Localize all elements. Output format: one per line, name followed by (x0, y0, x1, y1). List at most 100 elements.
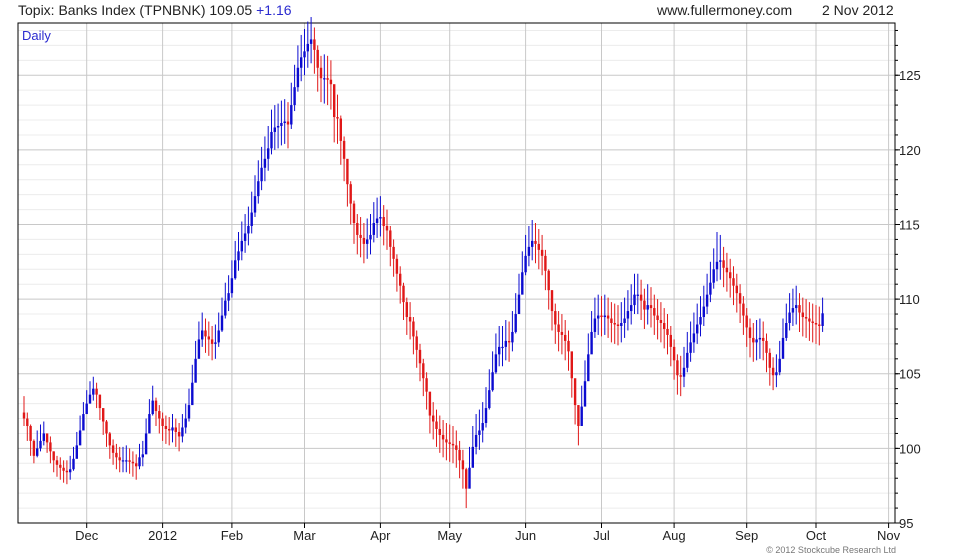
candle-body (811, 321, 814, 323)
candle-body (204, 330, 207, 337)
candle-body (82, 414, 85, 431)
candle-body (722, 260, 725, 268)
candle-body (557, 324, 560, 332)
candle-body (742, 303, 745, 316)
candle-body (804, 317, 808, 319)
candle-body (326, 78, 329, 80)
candle-body (679, 375, 682, 377)
candle-body (544, 255, 547, 271)
candle-body (771, 367, 775, 376)
candle-body (362, 237, 366, 244)
candle-body (105, 421, 108, 434)
x-tick-label: Feb (221, 528, 243, 543)
candle-body (814, 323, 818, 325)
candle-body (481, 423, 484, 431)
candle-body (540, 249, 544, 256)
candle-body (554, 311, 557, 325)
candle-body (692, 333, 696, 343)
candle-body (49, 442, 52, 452)
candle-body (65, 470, 69, 473)
candle-body (738, 293, 742, 304)
candle-body (735, 285, 738, 294)
candle-body (583, 381, 587, 407)
candle-body (696, 324, 699, 334)
candle-body (778, 358, 781, 373)
candle-body (148, 414, 151, 434)
candle-body (498, 346, 501, 355)
candle-body (422, 363, 425, 379)
candle-body (230, 278, 234, 294)
candle-body (689, 342, 692, 353)
candle-body (85, 403, 88, 415)
y-tick-label: 105 (899, 367, 921, 382)
candle-body (531, 240, 534, 247)
candle-body (144, 433, 148, 455)
candle-body (309, 39, 313, 44)
candle-body (795, 305, 798, 309)
candle-body (62, 467, 65, 471)
candle-body (748, 327, 752, 338)
candle-body (593, 318, 597, 332)
candle-body (432, 415, 435, 422)
candle-body (672, 346, 676, 361)
candle-body (610, 318, 613, 323)
candle-body (399, 273, 402, 286)
candle-body (745, 315, 748, 328)
candle-body (451, 443, 455, 446)
candle-body (95, 388, 98, 395)
candle-body (382, 217, 385, 226)
candle-body (765, 340, 768, 353)
candle-body (547, 270, 550, 291)
candle-body (385, 225, 389, 231)
candle-body (613, 323, 616, 325)
candle-body (296, 67, 300, 88)
candle-body (184, 418, 187, 428)
candle-body (768, 352, 771, 368)
period-label: Daily (22, 28, 51, 43)
candle-body (349, 184, 352, 204)
candle-body (448, 442, 451, 444)
candle-body (725, 267, 729, 273)
candle-body (435, 421, 438, 429)
candle-body (415, 336, 418, 350)
candle-body (234, 260, 237, 279)
candle-body (227, 293, 230, 301)
candle-body (88, 394, 92, 404)
candle-body (78, 430, 82, 446)
candle-body (491, 372, 494, 391)
candle-body (408, 317, 412, 322)
candle-body (570, 351, 573, 379)
candle-body (253, 196, 257, 213)
candle-body (785, 323, 788, 338)
x-tick-label: Apr (370, 528, 391, 543)
candle-body (306, 43, 309, 52)
candle-body (220, 315, 224, 331)
candle-body (494, 354, 498, 373)
candle-body (323, 78, 326, 80)
candle-body (729, 272, 732, 279)
candle-body (537, 243, 540, 250)
candle-body (191, 382, 194, 406)
candle-body (465, 469, 468, 489)
x-tick-label: Mar (293, 528, 316, 543)
candle-body (808, 318, 811, 322)
candle-body (174, 427, 177, 432)
candle-body (207, 336, 210, 340)
candle-body (276, 125, 280, 128)
candle-body (597, 315, 600, 319)
candle-body (293, 87, 296, 106)
candle-body (69, 469, 72, 473)
candle-body (158, 411, 161, 419)
candle-body (55, 460, 59, 465)
candle-body (488, 390, 491, 409)
candle-body (313, 39, 316, 50)
candle-body (210, 339, 214, 344)
y-tick-label: 115 (899, 217, 920, 232)
candle-body (425, 378, 428, 392)
candle-body (224, 300, 227, 316)
candle-body (646, 305, 649, 310)
candle-body (187, 405, 191, 419)
candle-body (715, 261, 719, 270)
candle-body (161, 418, 164, 426)
candle-body (412, 321, 415, 337)
